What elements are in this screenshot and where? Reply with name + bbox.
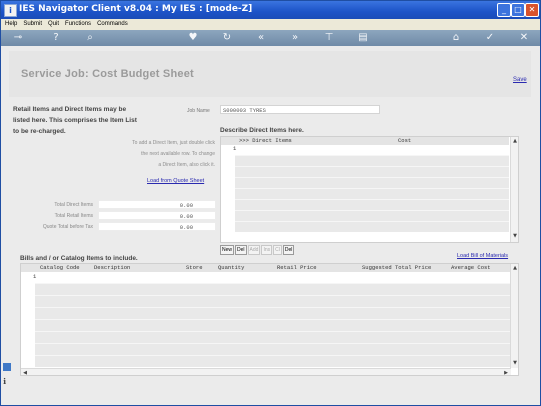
table-row[interactable] [35,331,511,343]
help-line: a Direct Item, also click it. [158,162,215,168]
add-row-button[interactable]: Add [247,245,261,255]
catalog-items-grid[interactable]: Catalog Code Description Store Quantity … [20,263,519,376]
direct-items-help: To add a Direct Item, just double click … [101,138,215,171]
table-row[interactable] [235,155,509,166]
help-icon[interactable]: ? [49,31,63,45]
direct-items-grid[interactable]: >>> Direct Items Cost 1 ▲ ▼ [220,136,519,243]
scroll-up-icon[interactable]: ▲ [511,137,518,145]
row-nav-buttons: New Del Add Ins Cl Del [220,245,295,255]
quote-total-label: Quote Total before Tax [42,224,93,230]
menu-commands[interactable]: Commands [97,21,128,27]
table-row[interactable] [235,177,509,188]
scroll-left-icon[interactable]: ◀ [21,369,29,375]
col-cost: Cost [398,137,412,144]
minimize-button[interactable]: _ [497,3,511,17]
maximize-button[interactable]: □ [511,3,525,17]
bills-heading: Bills and / or Catalog Items to include. [20,255,138,262]
filter-icon[interactable]: ⊤ [322,31,336,45]
table-row[interactable] [235,221,509,232]
job-name-label: Job Name [187,108,210,114]
heart-icon[interactable]: ♥ [186,31,200,45]
retail-items-note: Retail Items and Direct Items may be lis… [13,104,153,137]
menu-bar: Help Submit Quit Functions Commands [1,19,540,30]
table-row[interactable] [35,307,511,319]
vertical-scrollbar[interactable]: ▲ ▼ [510,137,518,242]
table-row[interactable] [35,355,511,367]
col-quantity: Quantity [218,264,245,271]
check-icon[interactable]: ✓ [483,31,497,45]
menu-submit[interactable]: Submit [23,21,42,27]
direct-items-heading: Describe Direct Items here. [220,127,304,134]
total-direct-label: Total Direct Items [54,202,93,208]
job-name-field[interactable]: S000003 TYRES [220,105,380,114]
delete-all-button[interactable]: Del [282,245,295,255]
table-row[interactable] [235,210,509,221]
note-line: listed here. This comprises the Item Lis… [13,117,137,124]
table-row[interactable] [235,199,509,210]
table-row[interactable] [235,166,509,177]
table-row[interactable] [35,319,511,331]
help-line: To add a Direct Item, just double click [132,140,215,146]
form-body: Service Job: Cost Budget Sheet Save Reta… [1,46,540,405]
col-suggested-total-price: Suggested Total Price [362,264,432,271]
info-icon[interactable]: ℹ [3,376,11,388]
note-line: to be re-charged. [13,128,66,135]
table-row[interactable] [235,188,509,199]
table-row[interactable] [35,343,511,355]
load-quote-sheet-link[interactable]: Load from Quote Sheet [147,178,204,184]
header-band: Service Job: Cost Budget Sheet Save [9,51,531,97]
new-row-button[interactable]: New [220,245,235,255]
scroll-down-icon[interactable]: ▼ [511,232,518,240]
delete-row-button[interactable]: Del [235,245,247,255]
app-icon: i [4,4,17,17]
side-panel-icon[interactable] [3,363,11,371]
quote-total-field: 0.00 [98,222,216,231]
title-bar: i IES Navigator Client v8.04 : My IES : … [1,1,540,19]
close-button[interactable]: ✕ [525,3,539,17]
page-title: Service Job: Cost Budget Sheet [21,68,194,80]
scroll-up-icon[interactable]: ▲ [511,264,518,272]
load-bill-of-materials-link[interactable]: Load Bill of Materials [457,253,508,259]
total-retail-field: 0.00 [98,211,216,220]
cancel-icon[interactable]: ✕ [517,31,531,45]
menu-help[interactable]: Help [5,21,17,27]
menu-functions[interactable]: Functions [65,21,91,27]
col-average-cost: Average Cost [451,264,491,271]
note-line: Retail Items and Direct Items may be [13,106,127,113]
table-row[interactable] [35,283,511,295]
row-number: 1 [33,273,37,280]
col-store: Store [186,264,203,271]
direct-items-header: >>> Direct Items Cost [221,137,509,145]
refresh-icon[interactable]: ↻ [220,31,234,45]
total-direct-field: 0.00 [98,200,216,209]
help-line: the next available row. To change [141,151,215,157]
window-title: IES Navigator Client v8.04 : My IES : [m… [19,4,253,14]
horizontal-scrollbar[interactable]: ◀ ▶ [21,368,511,375]
home-icon[interactable]: ⌂ [449,31,463,45]
save-link[interactable]: Save [513,77,527,83]
toolbar: ⊸ ? ⌕ ♥ ↻ « » ⊤ ▤ ⌂ ✓ ✕ [1,30,540,46]
search-icon[interactable]: ⌕ [83,31,97,45]
document-icon[interactable]: ▤ [356,31,370,45]
app-window: i IES Navigator Client v8.04 : My IES : … [0,0,541,406]
scroll-down-icon[interactable]: ▼ [511,359,518,367]
col-catalog-code: Catalog Code [40,264,80,271]
row-number: 1 [233,145,237,152]
catalog-items-header: Catalog Code Description Store Quantity … [21,264,511,272]
col-retail-price: Retail Price [277,264,317,271]
clear-row-button[interactable]: Cl [273,245,282,255]
insert-row-button[interactable]: Ins [261,245,273,255]
back-icon[interactable]: « [254,31,268,45]
key-icon[interactable]: ⊸ [7,31,29,45]
scroll-right-icon[interactable]: ▶ [502,369,510,375]
col-description: Description [94,264,131,271]
vertical-scrollbar[interactable]: ▲ ▼ [510,264,518,368]
table-row[interactable] [35,295,511,307]
col-direct-items: >>> Direct Items [239,137,292,144]
total-retail-label: Total Retail Items [54,213,93,219]
menu-quit[interactable]: Quit [48,21,59,27]
forward-icon[interactable]: » [288,31,302,45]
